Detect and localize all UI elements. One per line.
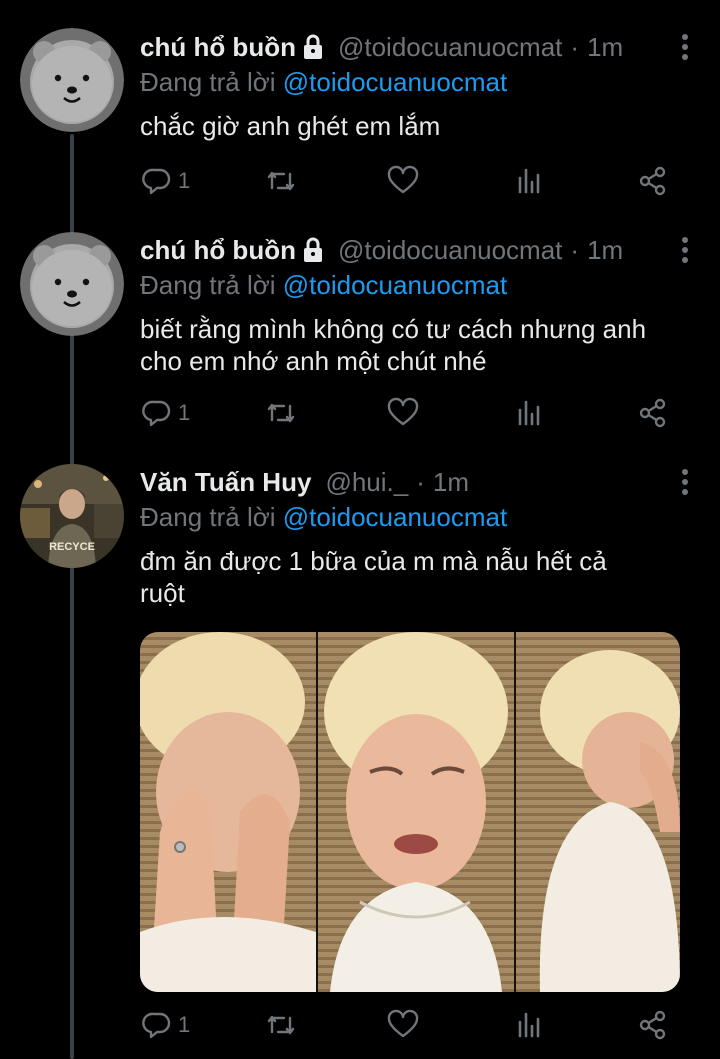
replying-to: Đang trả lời @toidocuanuocmat — [140, 501, 700, 533]
avatar[interactable] — [20, 28, 124, 132]
like-button[interactable] — [386, 164, 420, 198]
reply-icon — [142, 168, 171, 195]
tweet-header: chú hổ buồn @toidocuanuocmat · 1m — [140, 233, 700, 267]
tweet-actions: 1 — [140, 161, 700, 201]
views-button[interactable] — [512, 1008, 546, 1042]
tweet-text: chắc giờ anh ghét em lắm — [140, 111, 441, 141]
timestamp[interactable]: 1m — [587, 32, 623, 63]
avatar[interactable]: RECYCE — [20, 464, 124, 568]
views-icon — [518, 400, 540, 426]
retweet-button[interactable] — [264, 1008, 298, 1042]
share-icon — [639, 1010, 666, 1040]
reply-icon — [142, 400, 171, 427]
reply-icon — [142, 1012, 171, 1039]
reply-button[interactable]: 1 — [140, 396, 190, 430]
more-options-icon[interactable] — [670, 235, 700, 265]
share-icon — [639, 166, 666, 196]
crying-person-photo-collage-icon — [140, 632, 680, 992]
like-icon — [387, 1009, 419, 1038]
reply-count: 1 — [178, 168, 191, 193]
like-icon — [387, 165, 419, 194]
share-button[interactable] — [636, 164, 670, 198]
reply-button[interactable]: 1 — [140, 1008, 190, 1042]
username[interactable]: @toidocuanuocmat — [338, 235, 562, 266]
tweet-text: biết rằng mình không có tư cách nhưng an… — [140, 313, 700, 377]
timestamp[interactable]: 1m — [433, 467, 469, 498]
reply-button[interactable]: 1 — [140, 164, 190, 198]
tweet-text-line: đm ăn được 1 bữa của m mà nẫu hết cả — [140, 546, 607, 576]
timestamp[interactable]: 1m — [587, 235, 623, 266]
username[interactable]: @hui._ — [325, 467, 408, 498]
person-photo-avatar-icon: RECYCE — [20, 464, 124, 568]
views-button[interactable] — [512, 396, 546, 430]
tweet[interactable]: chú hổ buồn @toidocuanuocmat · 1m Đang t… — [0, 230, 720, 462]
retweet-icon — [267, 403, 295, 423]
avatar[interactable] — [20, 232, 124, 336]
more-options-icon[interactable] — [670, 467, 700, 497]
avatar-shirt-text: RECYCE — [49, 541, 95, 553]
retweet-icon — [267, 1015, 295, 1035]
replying-to: Đang trả lời @toidocuanuocmat — [140, 269, 700, 301]
reply-mention-link[interactable]: @toidocuanuocmat — [283, 270, 507, 300]
share-icon — [639, 398, 666, 428]
tweet-media-image[interactable] — [140, 632, 680, 992]
tweet-actions: 1 — [140, 1005, 700, 1045]
like-button[interactable] — [386, 396, 420, 430]
reply-prefix: Đang trả lời — [140, 502, 283, 532]
reply-thread: chú hổ buồn @toidocuanuocmat · 1m Đang t… — [0, 0, 720, 1059]
views-icon — [518, 168, 540, 194]
tweet-header: Văn Tuấn Huy @hui._ · 1m — [140, 465, 700, 499]
retweet-button[interactable] — [264, 164, 298, 198]
white-bear-avatar-icon — [20, 232, 124, 336]
reply-mention-link[interactable]: @toidocuanuocmat — [283, 67, 507, 97]
separator: · — [570, 31, 580, 62]
display-name[interactable]: chú hổ buồn — [140, 32, 296, 63]
tweet-text-line: ruột — [140, 578, 185, 608]
share-button[interactable] — [636, 1008, 670, 1042]
reply-count: 1 — [178, 400, 191, 425]
tweet-text-line: biết rằng mình không có tư cách nhưng an… — [140, 314, 647, 344]
views-button[interactable] — [512, 164, 546, 198]
replying-to: Đang trả lời @toidocuanuocmat — [140, 66, 700, 98]
lock-icon — [303, 34, 322, 59]
white-bear-avatar-icon — [20, 28, 124, 132]
tweet-header: chú hổ buồn @toidocuanuocmat · 1m — [140, 30, 700, 64]
reply-count: 1 — [178, 1012, 191, 1037]
like-icon — [387, 397, 419, 426]
share-button[interactable] — [636, 396, 670, 430]
tweet-text: đm ăn được 1 bữa của m mà nẫu hết cả ruộ… — [140, 545, 700, 609]
tweet-actions: 1 — [140, 393, 700, 433]
like-button[interactable] — [386, 1008, 420, 1042]
separator: · — [570, 234, 580, 265]
views-icon — [518, 1012, 540, 1038]
reply-prefix: Đang trả lời — [140, 270, 283, 300]
reply-mention-link[interactable]: @toidocuanuocmat — [283, 502, 507, 532]
lock-icon — [303, 237, 322, 262]
display-name[interactable]: Văn Tuấn Huy — [140, 467, 311, 498]
tweet[interactable]: chú hổ buồn @toidocuanuocmat · 1m Đang t… — [0, 0, 720, 230]
display-name[interactable]: chú hổ buồn — [140, 235, 296, 266]
separator: · — [416, 466, 425, 497]
username[interactable]: @toidocuanuocmat — [338, 32, 562, 63]
reply-prefix: Đang trả lời — [140, 67, 283, 97]
retweet-button[interactable] — [264, 396, 298, 430]
retweet-icon — [267, 171, 295, 191]
more-options-icon[interactable] — [670, 32, 700, 62]
tweet-text-line: cho em nhớ anh một chút nhé — [140, 346, 487, 376]
